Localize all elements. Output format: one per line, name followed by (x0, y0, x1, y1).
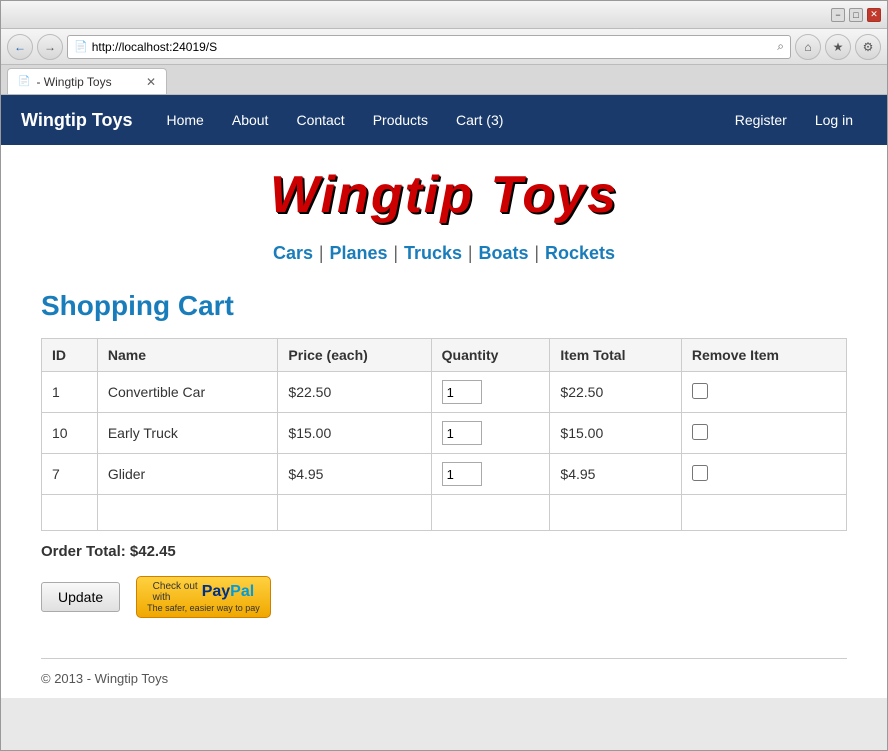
empty-cell-4 (431, 495, 550, 531)
item-id-3: 7 (42, 454, 98, 495)
tab-close-button[interactable]: ✕ (146, 75, 156, 89)
category-trucks[interactable]: Trucks (404, 243, 462, 263)
item-qty-input-3[interactable] (442, 462, 482, 486)
item-qty-cell-2 (431, 413, 550, 454)
nav-home[interactable]: Home (153, 95, 218, 145)
category-links: Cars | Planes | Trucks | Boats | Rockets (1, 235, 887, 280)
item-remove-checkbox-2[interactable] (692, 424, 708, 440)
nav-contact[interactable]: Contact (282, 95, 358, 145)
empty-cell-3 (278, 495, 431, 531)
col-total: Item Total (550, 339, 681, 372)
footer-text: © 2013 - Wingtip Toys (41, 671, 168, 686)
item-name-1: Convertible Car (97, 372, 278, 413)
col-qty: Quantity (431, 339, 550, 372)
category-boats[interactable]: Boats (479, 243, 529, 263)
col-name: Name (97, 339, 278, 372)
empty-cell-1 (42, 495, 98, 531)
address-input[interactable] (92, 40, 774, 54)
paypal-checkout-text: Check outwith (153, 581, 198, 603)
nav-products[interactable]: Products (359, 95, 442, 145)
buttons-area: Update Check outwith PayPal The safer, e… (41, 576, 847, 618)
close-button[interactable]: ✕ (867, 8, 881, 22)
nav-login[interactable]: Log in (801, 95, 867, 145)
maximize-button[interactable]: □ (849, 8, 863, 22)
search-icon: ⌕ (777, 39, 784, 54)
tab-bar: 📄 - Wingtip Toys ✕ (1, 65, 887, 95)
item-remove-cell-3 (681, 454, 846, 495)
table-row: 7 Glider $4.95 $4.95 (42, 454, 847, 495)
item-remove-cell-2 (681, 413, 846, 454)
item-remove-checkbox-1[interactable] (692, 383, 708, 399)
page-content: Wingtip Toys Home About Contact Products… (1, 95, 887, 698)
active-tab[interactable]: 📄 - Wingtip Toys ✕ (7, 68, 167, 94)
address-bar[interactable]: 📄 ⌕ (67, 35, 791, 59)
navbar-brand[interactable]: Wingtip Toys (21, 110, 133, 131)
title-bar: − □ ✕ (1, 1, 887, 29)
item-id-2: 10 (42, 413, 98, 454)
table-row-empty (42, 495, 847, 531)
item-name-3: Glider (97, 454, 278, 495)
paypal-logo: PayPal (202, 583, 254, 601)
tab-title: - Wingtip Toys (36, 75, 111, 89)
nav-register[interactable]: Register (721, 95, 801, 145)
item-total-1: $22.50 (550, 372, 681, 413)
footer: © 2013 - Wingtip Toys (1, 659, 887, 698)
table-header-row: ID Name Price (each) Quantity Item Total… (42, 339, 847, 372)
item-qty-input-1[interactable] (442, 380, 482, 404)
col-remove: Remove Item (681, 339, 846, 372)
item-name-2: Early Truck (97, 413, 278, 454)
empty-cell-5 (550, 495, 681, 531)
cart-table: ID Name Price (each) Quantity Item Total… (41, 338, 847, 531)
item-qty-cell-1 (431, 372, 550, 413)
sep-3: | (468, 243, 473, 263)
navbar: Wingtip Toys Home About Contact Products… (1, 95, 887, 145)
empty-cell-2 (97, 495, 278, 531)
category-cars[interactable]: Cars (273, 243, 313, 263)
order-total-text: Order Total: $42.45 (41, 543, 176, 560)
browser-toolbar: ← → 📄 ⌕ ⌂ ★ ⚙ (1, 29, 887, 65)
item-qty-input-2[interactable] (442, 421, 482, 445)
settings-button[interactable]: ⚙ (855, 34, 881, 60)
paypal-subtext: The safer, easier way to pay (147, 603, 260, 613)
sep-1: | (319, 243, 324, 263)
table-row: 10 Early Truck $15.00 $15.00 (42, 413, 847, 454)
nav-right: Register Log in (721, 95, 867, 145)
order-total: Order Total: $42.45 (41, 543, 847, 560)
empty-cell-6 (681, 495, 846, 531)
sep-2: | (393, 243, 398, 263)
nav-about[interactable]: About (218, 95, 283, 145)
sep-4: | (534, 243, 539, 263)
item-total-3: $4.95 (550, 454, 681, 495)
hero-title: Wingtip Toys (1, 165, 887, 225)
forward-button[interactable]: → (37, 34, 63, 60)
minimize-button[interactable]: − (831, 8, 845, 22)
category-rockets[interactable]: Rockets (545, 243, 615, 263)
page-heading: Shopping Cart (41, 290, 847, 322)
item-id-1: 1 (42, 372, 98, 413)
update-button[interactable]: Update (41, 582, 120, 612)
item-total-2: $15.00 (550, 413, 681, 454)
item-price-1: $22.50 (278, 372, 431, 413)
table-row: 1 Convertible Car $22.50 $22.50 (42, 372, 847, 413)
col-price: Price (each) (278, 339, 431, 372)
item-remove-cell-1 (681, 372, 846, 413)
hero-section: Wingtip Toys (1, 145, 887, 235)
back-button[interactable]: ← (7, 34, 33, 60)
main-content: Shopping Cart ID Name Price (each) Quant… (1, 280, 887, 638)
address-bar-icon: 📄 (74, 40, 88, 53)
item-qty-cell-3 (431, 454, 550, 495)
paypal-button[interactable]: Check outwith PayPal The safer, easier w… (136, 576, 271, 618)
favorites-button[interactable]: ★ (825, 34, 851, 60)
nav-cart[interactable]: Cart (3) (442, 95, 517, 145)
item-price-2: $15.00 (278, 413, 431, 454)
home-button[interactable]: ⌂ (795, 34, 821, 60)
item-remove-checkbox-3[interactable] (692, 465, 708, 481)
category-planes[interactable]: Planes (329, 243, 387, 263)
tab-icon: 📄 (18, 76, 30, 87)
col-id: ID (42, 339, 98, 372)
item-price-3: $4.95 (278, 454, 431, 495)
nav-links: Home About Contact Products Cart (3) (153, 95, 721, 145)
